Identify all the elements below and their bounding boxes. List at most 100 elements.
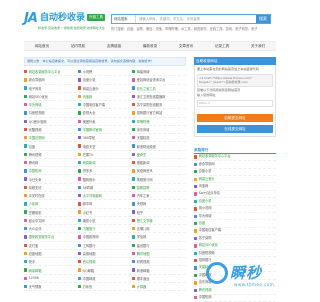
site-link[interactable]: 起点中文网 [24,217,78,224]
nav-item-tools[interactable]: 记录工具 [204,42,240,50]
rank-item[interactable]: 抖音短视频 [194,250,276,258]
site-link[interactable]: 爱奇艺 [132,151,186,158]
site-link[interactable]: 网易邮箱 [24,266,78,273]
site-link[interactable]: 腾讯地图 [132,250,186,257]
rank-item[interactable]: 风小说网 [194,206,276,214]
site-link[interactable]: 中国政府网 [78,233,132,240]
site-link[interactable]: 搜狐新闻 [132,159,186,166]
rank-item[interactable]: 网易云音乐 [194,176,276,184]
site-link[interactable]: 苏宁易购在线服务 [132,101,186,108]
site-link[interactable]: 网易新闻 [78,159,132,166]
site-link[interactable]: 去哪儿网 [132,225,186,232]
rank-item[interactable]: 百度 [194,220,276,228]
nav-item-directory[interactable]: 站内导航 [60,42,96,50]
site-link[interactable]: 小说榜 [78,68,132,75]
site-link[interactable]: 国家政务服务平台 [24,233,78,240]
nav-item-latest[interactable]: 最新收录 [132,42,168,50]
site-link[interactable]: 京东商城 [132,126,186,133]
url-input[interactable]: https:// [197,99,273,107]
site-link[interactable]: 电子商务 [24,85,78,92]
search-type-select[interactable]: 网站搜索 [112,15,136,23]
site-link[interactable]: 小红书 [78,209,132,216]
site-link[interactable]: 芒果TV [78,151,132,158]
site-link[interactable]: 拼多多 [78,167,132,174]
hot-keywords[interactable]: 热门搜索：百度、谷歌、微信、淘宝、哔哩哔哩、AI工具、网页制作、在线工具、游戏、… [111,26,281,31]
site-link[interactable]: 飞猪旅行 [78,225,132,232]
site-link[interactable]: 华为商城 [24,101,78,108]
rank-item[interactable]: 淘宝网 [194,183,276,191]
nav-item-home[interactable]: 网站首页 [24,42,60,50]
site-link[interactable]: 高德地图 [78,250,132,257]
link-code-box[interactable]: <a href="https://www.thmeo.com/" target=… [197,73,273,87]
site-link[interactable]: 新浪财经频道 [132,142,186,149]
site-link[interactable]: 12306 [24,275,78,282]
site-link[interactable]: 酷狗音乐 [78,175,132,182]
site-link[interactable]: 站长之家工具 [132,85,186,92]
site-link[interactable]: 优酷视频 [24,126,78,133]
site-link[interactable]: 新华网 [78,200,132,207]
site-link[interactable]: 建设银行 [132,242,186,249]
rank-item[interactable]: 网站SEO优化 [194,243,276,251]
site-link[interactable]: 抖音短视频 [24,109,78,116]
site-link[interactable]: 今日头条 [24,175,78,182]
site-link[interactable]: 综合导航网 [24,76,78,83]
site-link[interactable]: 网站收录服务中心平台 [24,68,78,75]
rank-item[interactable]: 网站收录服务中心平台 [194,154,276,162]
site-link[interactable]: QQ音乐官网 [24,118,78,125]
site-link[interactable]: 浙江卫视在线直播网 [132,93,186,100]
site-link[interactable]: 爱站网综合查询平台 [132,76,186,83]
site-link[interactable]: 学信网 [132,233,186,240]
site-link[interactable]: 人民网 [24,200,78,207]
site-link[interactable]: 360导航 [78,134,132,141]
site-link[interactable]: 哔哩哔哩 [132,118,186,125]
site-link[interactable]: 汽车之家 [132,192,186,199]
rank-item[interactable]: 综合导航网 [194,161,276,169]
site-link[interactable]: 百度 [24,142,78,149]
site-link[interactable]: 工商银行 [78,242,132,249]
site-link[interactable]: 淘宝网 [78,93,132,100]
site-link[interactable]: 前程无忧 [24,184,78,191]
site-link[interactable]: 大众点评 [24,225,78,232]
site-link[interactable]: 中国法院网 [24,134,78,141]
site-link[interactable]: 豆瓣电影 [24,209,78,216]
site-link[interactable]: 腾讯视频 [24,151,78,158]
site-link[interactable]: 中国移动官网 [78,126,132,133]
rank-item[interactable]: 百度小说 [194,198,276,206]
online-submit-button[interactable]: 在线提交网址 [197,124,273,133]
site-link[interactable]: 太平洋电脑网 [78,192,132,199]
site-link[interactable]: 凤凰网资讯 [132,167,186,174]
rank-item[interactable]: 苏宁易购 [194,235,276,243]
site-link[interactable]: 智联招聘 [132,184,186,191]
site-link[interactable]: 支付宝 [24,242,78,249]
site-link[interactable]: 影视大全 [78,109,132,116]
search-input[interactable]: 请输入网址、关键词、中文名、访问量等 [139,15,200,23]
site-link[interactable]: 电影天堂 [78,142,132,149]
site-link[interactable]: QQ邮箱 [78,266,132,273]
site-link[interactable]: 计算器 [132,283,186,290]
rank-item[interactable]: Sorry站点申请 [194,191,276,199]
site-link[interactable]: 中国邮政 [78,275,132,282]
site-link[interactable]: 58同城 [78,184,132,191]
site-link[interactable]: 好看视频 [132,258,186,265]
site-link[interactable]: 美团外卖 [78,118,132,125]
site-link[interactable]: 万年历 [78,283,132,290]
nav-item-articles[interactable]: 文章资讯 [168,42,204,50]
site-link[interactable]: 西瓜视频 [78,258,132,265]
rank-item[interactable]: 百度小说 [194,169,276,176]
site-link[interactable]: 中国电信客户端 [78,101,132,108]
site-link[interactable]: 招商银行官方网站 [132,109,186,116]
nav-item-links[interactable]: 友情链接 [96,42,132,50]
rank-item[interactable]: 中国知网 [194,295,276,302]
site-link[interactable]: 网易云音乐 [78,85,132,92]
site-link[interactable]: 网站SEO优化 [24,93,78,100]
site-link[interactable]: 天猫精选 [132,134,186,141]
site-link[interactable]: 中关村在线 [24,192,78,199]
site-link[interactable]: 番茄小说 [78,217,132,224]
site-link[interactable]: 央视网 [132,200,186,207]
site-link[interactable]: 晋江文学城 [132,217,186,224]
nav-item-about[interactable]: 关于我们 [240,42,276,50]
site-link[interactable]: 快手 [24,258,78,265]
site-link[interactable]: 百度地图 [24,250,78,257]
site-link[interactable]: 中国知网 [24,167,78,174]
site-link[interactable]: 辉煌商城 [132,68,186,75]
